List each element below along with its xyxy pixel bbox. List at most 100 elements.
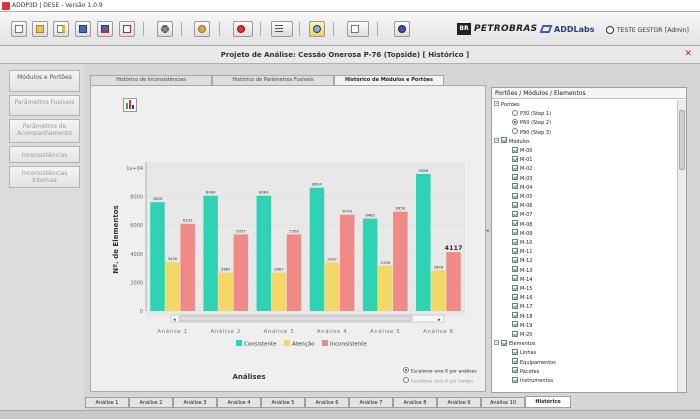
checkbox-icon[interactable]	[512, 348, 518, 355]
tab-historico-inconsistencias[interactable]: Histórico de Inconsistências	[90, 75, 212, 85]
tree-item-elemento[interactable]: Pacotes	[512, 367, 539, 377]
tree-item-modulo[interactable]: M-05	[512, 192, 532, 202]
checkbox-icon[interactable]	[512, 155, 518, 162]
new-file-icon[interactable]	[11, 21, 27, 37]
radio-x-analysis-dot[interactable]	[403, 367, 409, 373]
tree-item-modulo[interactable]: M-14	[512, 275, 532, 285]
bottom-tab-10[interactable]: Análise 10	[481, 397, 525, 408]
tree-label: M-18	[520, 313, 533, 320]
checkbox-icon[interactable]	[512, 174, 518, 181]
tree-item-modulo[interactable]: M-16	[512, 293, 532, 303]
tree-item-elemento[interactable]: Instrumentos	[512, 376, 553, 386]
checkbox-icon[interactable]	[512, 247, 518, 254]
nav-inconsistencias[interactable]: Inconsistências	[9, 146, 80, 163]
bottom-tab-11[interactable]: Histórico	[525, 396, 571, 408]
collapse-icon[interactable]: −	[494, 137, 499, 143]
delete-file-icon[interactable]	[119, 21, 135, 37]
checkbox-icon[interactable]	[512, 146, 518, 153]
nav-modulos-portoes[interactable]: Módulos e Portões	[9, 70, 80, 92]
tree-item-portao[interactable]: P90 (Step 3)	[512, 128, 551, 138]
collapse-icon[interactable]: −	[494, 101, 499, 107]
tree-item-modulo[interactable]: M-15	[512, 284, 532, 294]
report-dropdown-icon[interactable]	[233, 21, 253, 37]
edit-file-icon[interactable]	[53, 21, 69, 37]
tab-historico-modulos[interactable]: Histórico de Módulos e Portões	[334, 75, 444, 85]
tree-item-modulo[interactable]: M-00	[512, 146, 532, 156]
bottom-tab-4[interactable]: Análise 4	[217, 397, 261, 408]
radio-x-analysis[interactable]: Escalonar eixo X por análises	[403, 367, 477, 375]
tree-item-modulo[interactable]: M-19	[512, 321, 532, 331]
save-icon[interactable]	[75, 21, 91, 37]
checkbox-icon[interactable]	[512, 192, 518, 199]
tree-item-modulo[interactable]: M-06	[512, 201, 532, 211]
document-dropdown-icon[interactable]	[347, 21, 369, 37]
tree-item-modulo[interactable]: M-01	[512, 155, 532, 165]
bottom-tab-3[interactable]: Análise 3	[173, 397, 217, 408]
bottom-tab-5[interactable]: Análise 5	[261, 397, 305, 408]
collapse-icon[interactable]: −	[494, 340, 499, 346]
checkbox-icon[interactable]	[512, 330, 518, 337]
export-chart-icon[interactable]	[123, 98, 137, 112]
bottom-tab-8[interactable]: Análise 8	[393, 397, 437, 408]
splitter-handle[interactable]: ◂	[486, 228, 490, 236]
tree-item-modulo[interactable]: M-09	[512, 229, 532, 239]
tree-item-modulo[interactable]: M-04	[512, 183, 532, 193]
checkbox-icon[interactable]	[512, 312, 518, 319]
tab-historico-parametros[interactable]: Histórico de Parâmetros Fusíveis	[212, 75, 334, 85]
checkbox-icon[interactable]	[512, 302, 518, 309]
list-dropdown-icon[interactable]	[271, 21, 293, 37]
radio-icon[interactable]	[512, 128, 518, 135]
tree-node-elementos[interactable]: − Elementos	[494, 339, 535, 349]
radio-icon[interactable]	[512, 118, 518, 125]
checkbox-icon[interactable]	[512, 164, 518, 171]
gear-icon[interactable]	[157, 21, 173, 37]
checkbox-icon[interactable]	[501, 137, 507, 144]
checkbox-icon[interactable]	[512, 284, 518, 291]
checkbox-icon[interactable]	[512, 183, 518, 190]
nav-parametros-fusiveis[interactable]: Parâmetros Fusíveis	[9, 95, 80, 116]
save-as-icon[interactable]	[97, 21, 113, 37]
tree-item-modulo[interactable]: M-20	[512, 330, 532, 340]
checkbox-icon[interactable]	[512, 293, 518, 300]
tree-scrollbar[interactable]	[677, 100, 686, 392]
checkbox-icon[interactable]	[512, 229, 518, 236]
open-folder-icon[interactable]	[32, 21, 48, 37]
radio-x-time[interactable]: Escalonar eixo X por tempo	[403, 377, 473, 385]
checkbox-icon[interactable]	[512, 256, 518, 263]
checkbox-icon[interactable]	[512, 275, 518, 282]
checkbox-icon[interactable]	[512, 321, 518, 328]
tree-item-portao[interactable]: P60 (Step 2)	[512, 118, 551, 128]
checkbox-icon[interactable]	[512, 367, 518, 374]
checkbox-icon[interactable]	[501, 339, 507, 346]
bottom-tab-7[interactable]: Análise 7	[349, 397, 393, 408]
tree-item-portao[interactable]: P30 (Step 1)	[512, 109, 551, 119]
checkbox-icon[interactable]	[512, 201, 518, 208]
checkbox-icon[interactable]	[512, 210, 518, 217]
bar-consistente	[416, 173, 431, 311]
radio-x-time-dot[interactable]	[403, 377, 409, 383]
tree-item-modulo[interactable]: M-11	[512, 247, 532, 257]
history-icon[interactable]	[309, 21, 325, 37]
help-icon[interactable]	[394, 21, 410, 37]
tree-node-portoes[interactable]: − Portões	[494, 101, 520, 110]
checkbox-icon[interactable]	[512, 238, 518, 245]
users-icon[interactable]	[194, 21, 210, 37]
nav-parametros-acompanhamento[interactable]: Parâmetros de Acompanhamento	[9, 119, 80, 143]
radio-icon[interactable]	[512, 109, 518, 116]
nav-inconsistencias-internas[interactable]: Inconsistências Internas	[9, 166, 80, 188]
checkbox-icon[interactable]	[512, 376, 518, 383]
tree-item-elemento[interactable]: Linhas	[512, 348, 536, 358]
tree-node-modulos[interactable]: − Módulos	[494, 137, 530, 147]
bottom-tab-1[interactable]: Análise 1	[85, 397, 129, 408]
checkbox-icon[interactable]	[512, 220, 518, 227]
checkbox-icon[interactable]	[512, 266, 518, 273]
window-title: ADDP3D | DESE - Versão 1.0.9	[12, 2, 103, 9]
bottom-tab-9[interactable]: Análise 9	[437, 397, 481, 408]
bottom-tab-6[interactable]: Análise 6	[305, 397, 349, 408]
bottom-tab-2[interactable]: Análise 2	[129, 397, 173, 408]
tree-item-elemento[interactable]: Equipamentos	[512, 358, 556, 368]
tree-item-modulo[interactable]: M-10	[512, 238, 532, 248]
checkbox-icon[interactable]	[512, 358, 518, 365]
close-icon[interactable]: ✕	[684, 49, 692, 59]
chart-hscroll-thumb	[178, 315, 413, 322]
